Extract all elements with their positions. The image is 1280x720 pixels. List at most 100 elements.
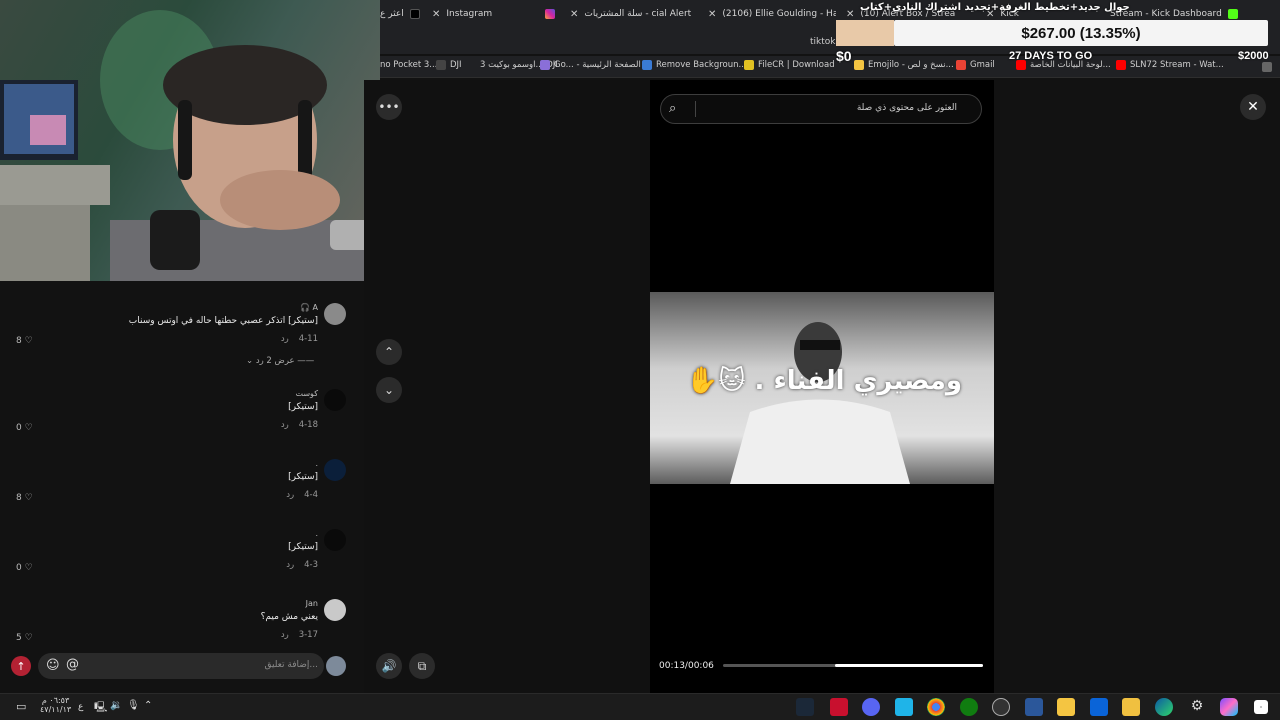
reply-link[interactable]: رد	[281, 334, 289, 344]
video-progress-bar[interactable]	[723, 664, 983, 667]
video-frame[interactable]: ومصيري الفناء . 🐱✋	[650, 292, 994, 484]
language-indicator[interactable]: ع	[78, 702, 83, 712]
comment-date: 3-17	[298, 630, 318, 640]
search-placeholder: العثور على محتوى ذي صلة	[856, 103, 957, 113]
video-progress-fill	[834, 664, 983, 667]
comment-date: 4-3	[304, 560, 318, 570]
microphone-icon[interactable]: 🎙	[127, 700, 140, 711]
goal-progress-bar: $267.00 (13.35%)	[894, 20, 1268, 46]
search-input[interactable]: ⌕ العثور على محتوى ذي صلة	[660, 94, 982, 124]
speaker-icon[interactable]: 🔉	[110, 700, 122, 711]
comment-text: [ستيكر]	[288, 402, 318, 412]
like-count[interactable]: 0 ♡	[16, 423, 33, 433]
app-red-icon[interactable]	[830, 698, 848, 716]
settings-icon[interactable]: ⚙	[1188, 698, 1206, 716]
avatar[interactable]	[324, 529, 346, 551]
comment-username[interactable]: .	[315, 459, 318, 468]
comment-text: [ستيكر]	[288, 472, 318, 482]
mail-icon[interactable]	[1090, 698, 1108, 716]
windows-taskbar	[0, 693, 1280, 720]
avatar[interactable]	[324, 459, 346, 481]
close-icon[interactable]: ✕	[846, 9, 854, 20]
steam-icon[interactable]	[796, 698, 814, 716]
avatar[interactable]	[326, 656, 346, 676]
stream-title: جوال جديد+تخطيط الغرفة+تجديد اشتراك النا…	[860, 2, 1130, 13]
tiktok-icon	[409, 9, 420, 19]
xbox-icon[interactable]	[960, 698, 978, 716]
app-store-icon[interactable]	[1025, 698, 1043, 716]
apps-grid-icon[interactable]	[1262, 62, 1272, 72]
like-count[interactable]: 5 ♡	[16, 633, 33, 643]
goal-progress-fill	[836, 20, 894, 46]
avatar[interactable]	[324, 303, 346, 325]
bookmark-item[interactable]: Emojilo - نسخ و لص...	[854, 60, 954, 70]
discord-icon[interactable]	[862, 698, 880, 716]
comment-date: 4-11	[298, 334, 318, 344]
tab-tiktok[interactable]: اعثر ع	[380, 4, 420, 24]
volume-icon[interactable]: 🔊	[376, 653, 402, 679]
close-icon[interactable]: ✕	[708, 9, 716, 20]
previous-video-button[interactable]: ⌃	[376, 339, 402, 365]
bookmark-item[interactable]: DJI	[436, 60, 462, 70]
next-video-button[interactable]: ⌄	[376, 377, 402, 403]
avatar[interactable]	[324, 389, 346, 411]
emoji-icon[interactable]: ☺	[46, 658, 60, 673]
file-explorer-icon[interactable]	[1057, 698, 1075, 716]
tab-instagram[interactable]: ✕ Instagram	[432, 4, 542, 24]
tab-youtube[interactable]: ✕ (2106) Ellie Goulding - Ha	[708, 4, 836, 24]
copilot-icon[interactable]	[1220, 698, 1238, 716]
bookmark-item[interactable]: FileCR | Download	[744, 60, 835, 70]
windows-start-icon[interactable]	[1254, 700, 1268, 714]
clock[interactable]: ٠٦:٥٣ م ٤٧/١١/١٣	[40, 696, 71, 714]
clock-app-icon[interactable]	[992, 698, 1010, 716]
instagram-icon	[545, 9, 555, 19]
goal-start-label: $0	[836, 48, 852, 64]
edge-icon[interactable]	[1155, 698, 1173, 716]
bookmark-item[interactable]: Go... - الصفحة الرئيسية	[540, 60, 641, 70]
comment-date: 4-4	[304, 490, 318, 500]
like-count[interactable]: 8 ♡	[16, 336, 33, 346]
video-caption: ومصيري الفناء . 🐱✋	[686, 366, 963, 396]
comment-item: . [ستيكر] 4-3 رد	[16, 529, 346, 579]
network-icon[interactable]: 🖳	[94, 700, 107, 717]
reply-link[interactable]: رد	[286, 490, 294, 500]
close-icon[interactable]: ✕	[432, 9, 440, 20]
chrome-icon[interactable]	[927, 698, 945, 716]
post-comment-button[interactable]: ↑	[11, 656, 31, 676]
close-icon[interactable]: ✕	[1240, 94, 1266, 120]
comment-username[interactable]: كوست	[296, 389, 319, 398]
tab-label: Instagram	[446, 9, 493, 19]
bookmark-item[interactable]: Gmail	[956, 60, 995, 70]
like-count[interactable]: 8 ♡	[16, 493, 33, 503]
picture-in-picture-icon[interactable]: ⧉	[409, 653, 435, 679]
comments-panel: A 🎧 [ستيكر] اتذكر عصبي حطتها حاله في اوت…	[0, 281, 364, 693]
notification-icon[interactable]: ▭	[16, 700, 26, 713]
divider	[695, 101, 696, 117]
comment-text: [ستيكر]	[288, 542, 318, 552]
comment-username[interactable]: A 🎧	[300, 303, 318, 312]
like-count[interactable]: 0 ♡	[16, 563, 33, 573]
reply-link[interactable]: رد	[281, 630, 289, 640]
more-options-icon[interactable]: •••	[376, 94, 402, 120]
bookmark-item[interactable]: SLN72 Stream - Wat...	[1116, 60, 1224, 70]
close-icon[interactable]: ✕	[570, 9, 578, 20]
chevron-up-icon[interactable]: ⌃	[144, 700, 152, 711]
comment-input[interactable]: ☺ @ إضافة تعليق...	[38, 653, 324, 679]
search-icon[interactable]: ⌕	[669, 101, 676, 116]
bookmark-item[interactable]: Remove Backgroun...	[642, 60, 747, 70]
app-f-icon[interactable]	[895, 698, 913, 716]
webcam-image	[0, 10, 380, 281]
bookmark-item[interactable]: no Pocket 3...	[380, 60, 437, 70]
store-icon[interactable]	[1122, 698, 1140, 716]
comment-username[interactable]: .	[315, 529, 318, 538]
comment-placeholder: إضافة تعليق...	[264, 660, 318, 670]
reply-link[interactable]: رد	[286, 560, 294, 570]
goal-amount: $267.00 (13.35%)	[1021, 24, 1141, 42]
reply-link[interactable]: رد	[281, 420, 289, 430]
view-replies-button[interactable]: —— عرض 2 رد ⌄	[246, 356, 314, 366]
tab-cart[interactable]: ✕ سلة المشتريات - cial Alert	[570, 4, 700, 24]
comment-username[interactable]: Jan	[306, 599, 318, 608]
mention-icon[interactable]: @	[66, 657, 79, 672]
video-time: 00:13/00:06	[659, 661, 714, 671]
avatar[interactable]	[324, 599, 346, 621]
